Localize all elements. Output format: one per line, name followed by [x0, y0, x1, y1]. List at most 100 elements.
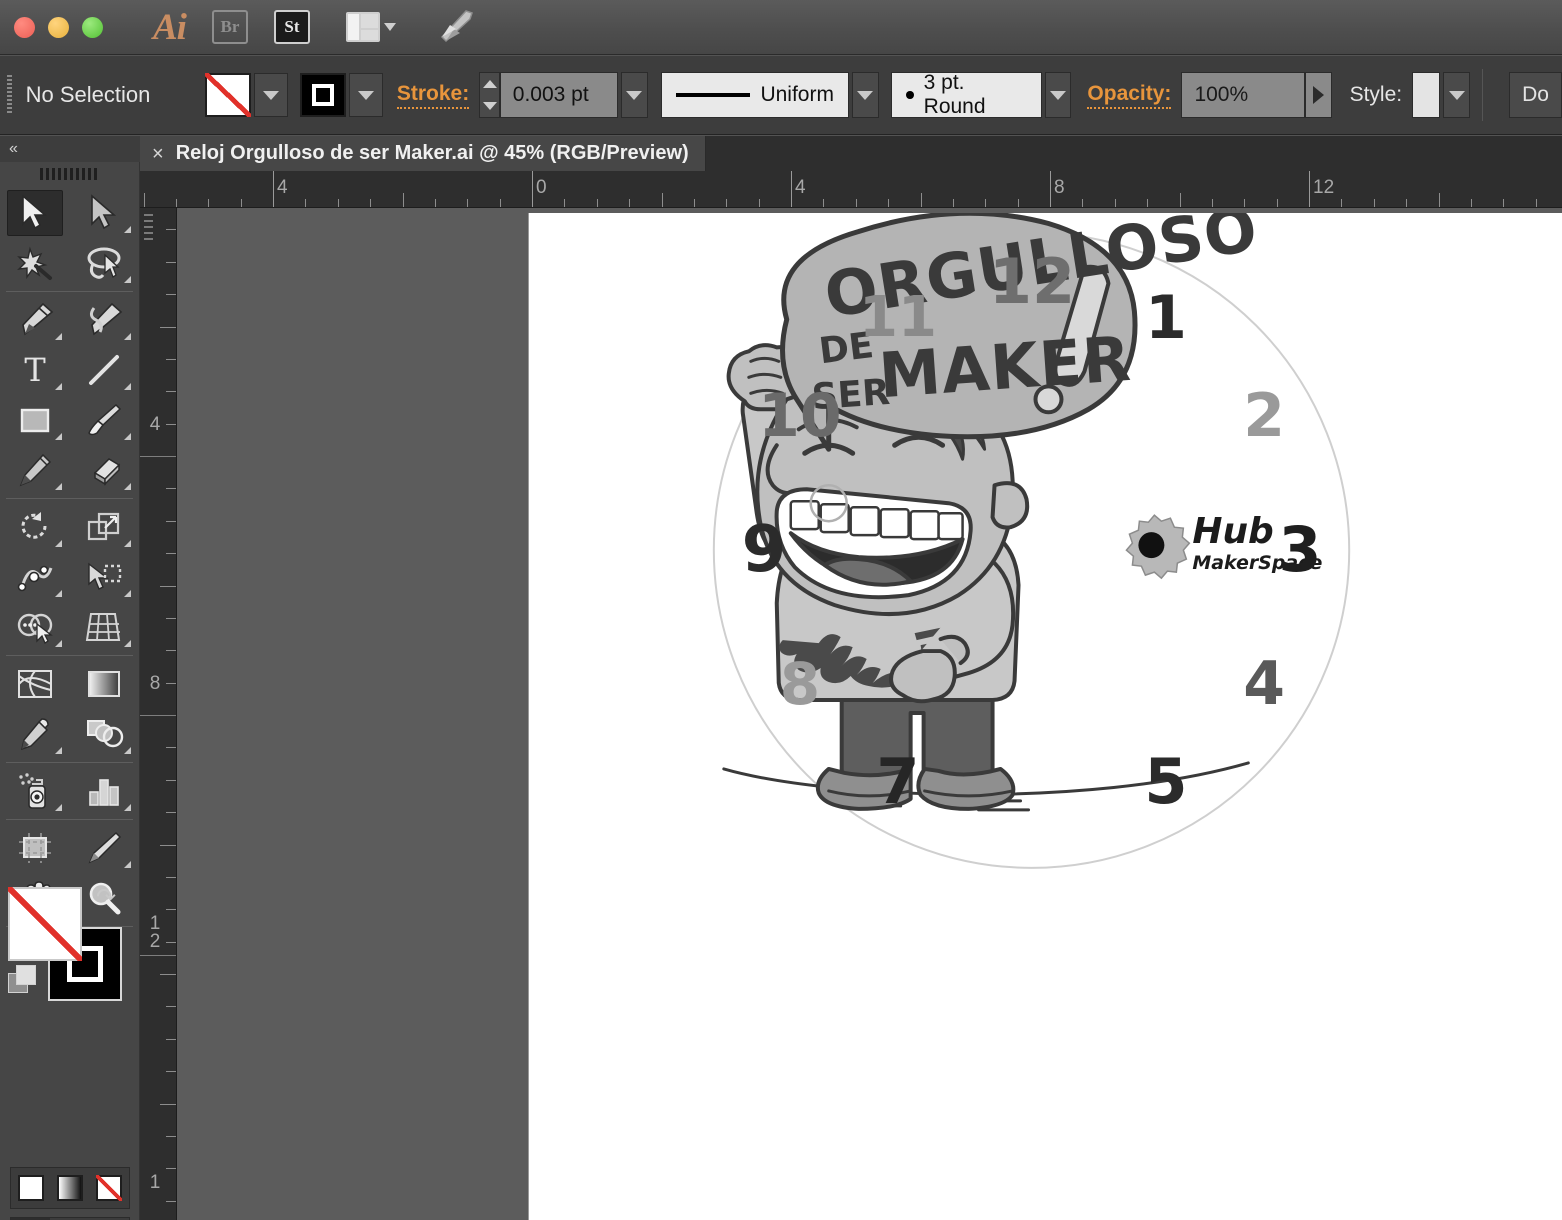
tool-flyout-indicator[interactable]	[54, 433, 62, 440]
collapse-panel-icon[interactable]: «	[9, 140, 18, 158]
type-tool[interactable]: T	[0, 345, 70, 395]
perspective-grid-tool[interactable]	[70, 602, 140, 652]
swap-fill-stroke-icon[interactable]: ↷	[96, 883, 116, 912]
tool-flyout-indicator[interactable]	[54, 540, 62, 547]
magic-wand-tool[interactable]	[0, 238, 70, 288]
artboard[interactable]: ORGULLOSO DE SER MAKER Hub MakerSpace 12…	[528, 213, 1562, 1220]
vertical-ruler[interactable]: 4 8 12 1	[140, 208, 177, 1220]
stroke-dropdown-button[interactable]	[348, 73, 383, 117]
slice-tool[interactable]	[70, 823, 140, 873]
tool-flyout-indicator[interactable]	[124, 590, 131, 597]
stroke-weight-input[interactable]: 0.003 pt	[499, 72, 618, 118]
stroke-color-control[interactable]	[299, 73, 383, 117]
tool-flyout-indicator[interactable]	[54, 747, 62, 754]
minimize-window-button[interactable]	[48, 16, 69, 38]
opacity-input[interactable]: 100%	[1181, 72, 1305, 118]
column-graph-tool[interactable]	[70, 766, 140, 816]
brush-definition-select[interactable]: 3 pt. Round	[891, 71, 1042, 118]
tools-divider	[6, 498, 133, 499]
eyedropper-tool[interactable]	[0, 709, 70, 759]
symbol-sprayer-tool[interactable]	[0, 766, 70, 816]
tool-flyout-indicator[interactable]	[124, 333, 131, 340]
stroke-weight-label[interactable]: Stroke:	[396, 82, 470, 109]
width-tool[interactable]	[0, 552, 70, 602]
color-mode-color[interactable]	[11, 1168, 50, 1208]
mesh-tool[interactable]	[0, 659, 70, 709]
tool-flyout-indicator[interactable]	[124, 804, 131, 811]
direct-selection-tool[interactable]	[70, 188, 140, 238]
ruler-minor-tick	[160, 845, 176, 846]
brush-definition-dropdown-button[interactable]	[1044, 72, 1072, 118]
free-transform-tool[interactable]	[70, 552, 140, 602]
tool-flyout-indicator[interactable]	[54, 333, 62, 340]
stroke-weight-dropdown-button[interactable]	[620, 72, 648, 118]
opacity-label[interactable]: Opacity:	[1087, 82, 1172, 109]
default-fill-stroke-icon[interactable]	[8, 965, 38, 995]
maximize-window-button[interactable]	[82, 16, 103, 38]
tool-flyout-indicator[interactable]	[124, 383, 131, 390]
variable-width-profile-select[interactable]: Uniform	[661, 72, 849, 118]
tool-flyout-indicator[interactable]	[124, 276, 131, 283]
fill-indicator[interactable]	[8, 887, 82, 961]
paintbrush-tool[interactable]	[70, 395, 140, 445]
clock-numeral-2: 2	[1243, 381, 1285, 451]
ruler-minor-tick	[166, 359, 176, 360]
control-bar-grip[interactable]	[7, 75, 12, 115]
ruler-minor-tick	[1180, 193, 1181, 207]
arrange-documents-button[interactable]	[345, 12, 396, 42]
chevron-down-icon	[262, 90, 279, 100]
document-setup-button[interactable]: Do	[1509, 72, 1562, 118]
color-mode-none[interactable]	[90, 1168, 129, 1208]
stepper-down-icon[interactable]	[480, 95, 499, 117]
tool-flyout-indicator[interactable]	[54, 640, 62, 647]
graphic-style-swatch[interactable]	[1412, 72, 1441, 118]
horizontal-ruler[interactable]: 4 0 4 8 12	[140, 171, 1562, 208]
document-tab[interactable]: × Reloj Orgulloso de ser Maker.ai @ 45% …	[140, 136, 706, 171]
stroke-swatch[interactable]	[299, 73, 346, 117]
pencil-tool[interactable]	[0, 445, 70, 495]
stepper-up-icon[interactable]	[480, 73, 499, 95]
ruler-minor-tick	[467, 199, 468, 207]
graphic-style-dropdown-button[interactable]	[1443, 72, 1471, 118]
variable-width-profile-value: Uniform	[760, 83, 834, 106]
tool-flyout-indicator[interactable]	[124, 433, 131, 440]
stroke-weight-stepper[interactable]	[479, 72, 500, 118]
canvas-area[interactable]: ORGULLOSO DE SER MAKER Hub MakerSpace 12…	[177, 208, 1562, 1220]
lasso-tool[interactable]	[70, 238, 140, 288]
eraser-tool[interactable]	[70, 445, 140, 495]
tool-flyout-indicator[interactable]	[54, 383, 62, 390]
selection-tool[interactable]	[0, 188, 70, 238]
tool-flyout-indicator[interactable]	[54, 483, 62, 490]
fill-control[interactable]	[204, 73, 288, 117]
tool-flyout-indicator[interactable]	[54, 590, 62, 597]
rectangle-tool[interactable]	[0, 395, 70, 445]
tool-flyout-indicator[interactable]	[124, 747, 131, 754]
line-segment-tool[interactable]	[70, 345, 140, 395]
close-icon[interactable]: ×	[152, 144, 164, 164]
close-window-button[interactable]	[14, 16, 35, 38]
tool-flyout-indicator[interactable]	[124, 540, 131, 547]
artboard-tool[interactable]	[0, 823, 70, 873]
rotate-tool[interactable]	[0, 502, 70, 552]
tools-panel-header[interactable]: «	[0, 136, 140, 162]
tool-flyout-indicator[interactable]	[54, 804, 62, 811]
bridge-icon[interactable]: Br	[211, 10, 248, 44]
shape-builder-tool[interactable]	[0, 602, 70, 652]
blend-tool[interactable]	[70, 709, 140, 759]
tool-flyout-indicator[interactable]	[124, 226, 131, 233]
opacity-options-button[interactable]	[1304, 72, 1332, 118]
variable-width-profile-dropdown-button[interactable]	[851, 72, 879, 118]
color-mode-gradient[interactable]	[50, 1168, 89, 1208]
tools-panel-grip[interactable]	[39, 168, 100, 180]
behance-publish-icon[interactable]	[436, 7, 478, 48]
tool-flyout-indicator[interactable]	[124, 640, 131, 647]
gradient-tool[interactable]	[70, 659, 140, 709]
curvature-tool[interactable]	[70, 295, 140, 345]
fill-swatch[interactable]	[204, 73, 251, 117]
pen-tool[interactable]	[0, 295, 70, 345]
tool-flyout-indicator[interactable]	[124, 483, 131, 490]
stock-icon[interactable]: St	[273, 10, 310, 44]
fill-dropdown-button[interactable]	[253, 73, 288, 117]
tool-flyout-indicator[interactable]	[124, 861, 131, 868]
scale-tool[interactable]	[70, 502, 140, 552]
